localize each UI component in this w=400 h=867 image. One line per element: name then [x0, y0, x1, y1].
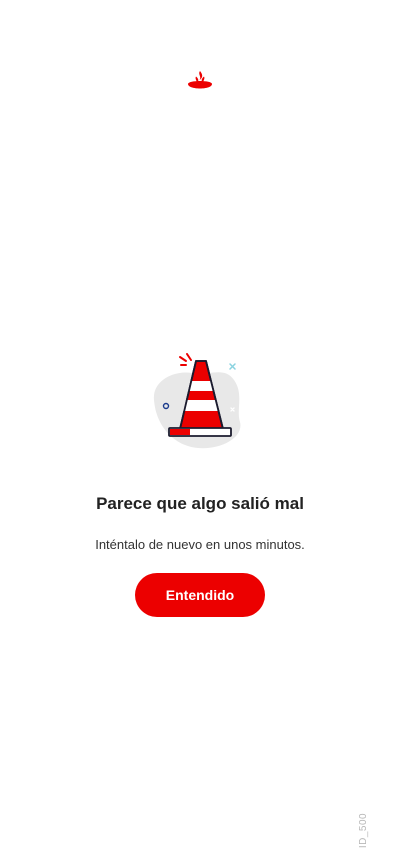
screen-id-label: ID_500	[352, 808, 376, 852]
santander-logo-icon	[187, 70, 213, 92]
understood-button[interactable]: Entendido	[135, 573, 265, 617]
error-title: Parece que algo salió mal	[96, 494, 304, 513]
error-message: Inténtalo de nuevo en unos minutos.	[95, 537, 305, 552]
screen-id-text: ID_500	[358, 812, 370, 848]
traffic-cone-icon	[140, 340, 260, 460]
